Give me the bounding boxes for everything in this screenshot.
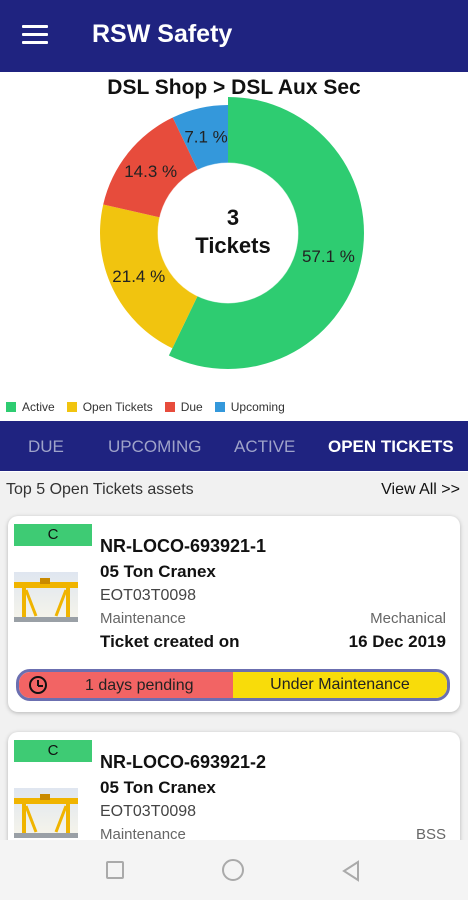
asset-card[interactable]: C NR-LOCO-693921-2 05 Ton Cranex EOT03T0… [8, 732, 460, 840]
asset-department: Mechanical [370, 610, 446, 627]
asset-category: Maintenance [100, 610, 186, 627]
legend-swatch-open [66, 402, 77, 412]
tab-due[interactable]: DUE [28, 437, 64, 457]
asset-department: BSS [415, 826, 446, 840]
app-bar: RSW Safety [0, 0, 468, 72]
clock-icon [29, 676, 47, 694]
legend-label-due: Due [180, 400, 203, 414]
legend-item-active: Active [6, 400, 55, 414]
asset-id: NR-LOCO-693921-1 [100, 536, 267, 556]
ticket-created-label: Ticket created on [100, 632, 240, 651]
criticality-badge: C [14, 524, 92, 546]
donut-center-label: 3 Tickets [168, 204, 298, 260]
tab-active[interactable]: ACTIVE [234, 437, 295, 457]
legend-swatch-due [164, 402, 175, 412]
ticket-status-bar: 1 days pending Under Maintenance [16, 669, 450, 701]
asset-id: NR-LOCO-693921-2 [100, 752, 267, 772]
ticket-created-date: 16 Dec 2019 [348, 632, 446, 651]
tab-open-tickets[interactable]: OPEN TICKETS [328, 437, 454, 457]
legend-swatch-upcoming [214, 402, 225, 412]
app-title: RSW Safety [92, 20, 233, 48]
asset-card[interactable]: C NR-LOCO-693921-1 05 Ton Cranex EOT03T0… [8, 516, 460, 712]
system-nav-bar [0, 840, 468, 900]
legend-label-upcoming: Upcoming [230, 400, 285, 414]
legend-item-open: Open Tickets [66, 400, 153, 414]
hamburger-menu-icon[interactable] [22, 25, 48, 45]
donut-label-active: 57.1 % [302, 247, 355, 266]
ticket-count: 3 [226, 205, 240, 230]
chart-legend: Active Open Tickets Due Upcoming [6, 399, 297, 415]
view-all-link[interactable]: View All >> [381, 481, 460, 499]
donut-label-due: 14.3 % [124, 162, 177, 181]
asset-name: 05 Ton Cranex [100, 778, 216, 797]
tab-upcoming[interactable]: UPCOMING [108, 437, 202, 457]
asset-category: Maintenance [100, 826, 186, 840]
legend-label-open: Open Tickets [82, 400, 153, 414]
pending-days: 1 days pending [85, 677, 194, 694]
ticket-count-label: Tickets [195, 233, 271, 258]
ticket-list: C NR-LOCO-693921-1 05 Ton Cranex EOT03T0… [0, 506, 468, 840]
pending-segment: 1 days pending [19, 672, 233, 698]
asset-code: EOT03T0098 [100, 803, 197, 820]
ticket-tabs: DUE UPCOMING ACTIVE OPEN TICKETS [0, 421, 468, 471]
legend-swatch-active [6, 402, 16, 412]
donut-label-upcoming: 7.1 % [184, 127, 227, 146]
asset-code: EOT03T0098 [100, 587, 197, 604]
criticality-badge: C [14, 740, 92, 762]
maintenance-status: Under Maintenance [233, 672, 447, 698]
legend-item-upcoming: Upcoming [214, 400, 285, 414]
crane-thumbnail [14, 572, 78, 622]
donut-label-open-tickets: 21.4 % [112, 267, 165, 286]
back-icon[interactable] [340, 860, 362, 882]
legend-label-active: Active [22, 400, 55, 414]
crane-thumbnail [14, 788, 78, 838]
recents-icon[interactable] [106, 861, 124, 879]
asset-name: 05 Ton Cranex [100, 562, 216, 581]
section-title: Top 5 Open Tickets assets [6, 481, 194, 498]
home-icon[interactable] [222, 859, 244, 881]
legend-item-due: Due [164, 400, 203, 414]
section-header: Top 5 Open Tickets assets View All >> [0, 472, 468, 506]
